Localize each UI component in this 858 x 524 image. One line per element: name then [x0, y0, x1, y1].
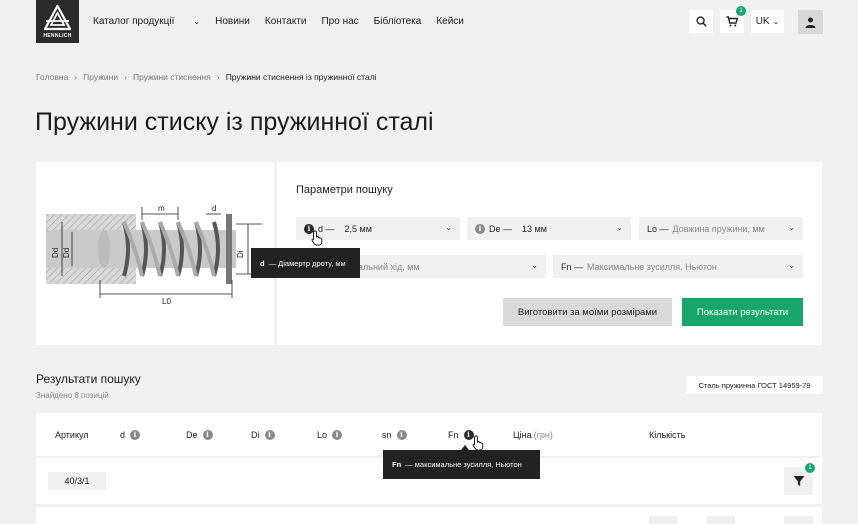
col-lo: Lo i	[317, 430, 343, 440]
info-icon[interactable]: i	[396, 430, 407, 440]
info-icon[interactable]: i	[130, 430, 141, 440]
table-row[interactable]	[36, 507, 822, 524]
nav-contacts[interactable]: Контакти	[265, 16, 307, 27]
show-results-button[interactable]: Показати результати	[682, 298, 803, 326]
col-sn: sn i	[382, 430, 407, 440]
col-article: Артикул	[55, 430, 89, 440]
col-d: di	[120, 430, 141, 440]
diagram-label-di: Di	[236, 250, 245, 258]
site-header: HENNLICH Каталог продукції ⌄ Новини Конта…	[0, 0, 858, 44]
diagram-label-m: m	[158, 204, 165, 213]
article-chip[interactable]: 40/3/1	[48, 472, 106, 490]
nav-cases[interactable]: Кейси	[436, 16, 464, 27]
breadcrumb-current: Пружини стиснення із пружинної сталі	[225, 72, 377, 82]
chevron-right-icon: ›	[74, 72, 78, 82]
add-to-cart-button[interactable]	[784, 516, 813, 524]
tooltip-d: d — Діамертр дроту, мм	[251, 248, 360, 278]
spring-diagram-panel: m d Dd Dd Di L0	[36, 162, 274, 345]
filter-count-badge: 1	[805, 463, 815, 473]
chevron-down-icon: ⌄	[445, 223, 452, 232]
info-icon[interactable]: i	[332, 430, 343, 440]
logo-text: HENNLICH	[43, 33, 72, 39]
chevron-down-icon: ⌄	[772, 17, 780, 26]
spring-diagram: m d Dd Dd Di L0	[46, 204, 262, 306]
page-title: Пружини стиску із пружинної сталі	[35, 108, 434, 136]
col-di: Di i	[251, 430, 275, 440]
chevron-right-icon: ›	[216, 72, 220, 82]
col-quantity: Кількість	[649, 430, 686, 440]
nav-library[interactable]: Бібліотека	[374, 16, 422, 27]
col-price: Ціна (грн)	[513, 430, 553, 440]
col-de: De i	[186, 430, 213, 440]
chevron-down-icon: ⌄	[788, 261, 795, 270]
breadcrumb: Головна › Пружини › Пружини стиснення › Пру…	[36, 72, 377, 82]
info-icon[interactable]: i	[264, 430, 275, 440]
cart-button[interactable]: 1	[720, 6, 746, 33]
search-icon	[695, 16, 707, 27]
nav-about[interactable]: Про нас	[321, 16, 358, 27]
cart-count-badge: 1	[736, 6, 746, 16]
field-lo[interactable]: Lo — Довжина пружини, мм ⌄	[639, 217, 803, 240]
field-de[interactable]: i De — 13 мм ⌄	[467, 217, 631, 240]
results-title: Результати пошуку	[36, 372, 141, 386]
chevron-down-icon: ⌄	[616, 223, 623, 232]
chevron-down-icon: ⌄	[531, 261, 538, 270]
cart-icon	[726, 16, 738, 27]
nav-news[interactable]: Новини	[215, 16, 250, 27]
info-icon[interactable]: i	[202, 430, 213, 440]
diagram-label-dd-inner: Dd	[62, 248, 71, 258]
breadcrumb-compression-springs[interactable]: Пружини стиснення	[133, 72, 211, 82]
hennlich-logo[interactable]: HENNLICH	[36, 0, 79, 43]
material-badge[interactable]: Сталь пружинна ГОСТ 14959-79	[686, 376, 823, 394]
chevron-right-icon: ›	[124, 72, 127, 82]
chevron-down-icon: ⌄	[788, 223, 795, 232]
diagram-label-d: d	[212, 204, 216, 213]
diagram-label-l0: L0	[162, 297, 171, 306]
language-select[interactable]: UK ⌄	[751, 10, 784, 33]
logo-mark-icon	[44, 5, 71, 31]
filter-button[interactable]: 1	[784, 463, 815, 495]
nav-catalog[interactable]: Каталог продукції ⌄	[93, 16, 200, 27]
field-fn-placeholder: Максимальне зусилля, Ньютон	[587, 261, 717, 272]
filter-icon	[793, 476, 804, 486]
field-sn-placeholder: альний хід, мм	[358, 261, 420, 272]
col-fn: Fn i	[448, 430, 474, 440]
hand-cursor-icon	[472, 435, 484, 451]
user-account-button[interactable]	[798, 10, 823, 34]
user-icon	[805, 17, 816, 28]
field-de-value: 13 мм	[522, 223, 547, 234]
tooltip-fn: Fn — максимальне зусилля, Ньютон	[383, 445, 540, 479]
main-nav: Каталог продукції ⌄ Новини Контакти Про н…	[93, 16, 479, 27]
results-count: Знайдено 8 позицій	[36, 391, 109, 400]
field-fn[interactable]: Fn — Максимальне зусилля, Ньютон ⌄	[553, 255, 803, 278]
search-button[interactable]	[689, 10, 713, 33]
search-params-title: Параметри пошуку	[296, 184, 393, 196]
custom-size-button[interactable]: Виготовити за моїми розмірами	[503, 298, 672, 326]
hand-cursor-icon	[311, 230, 323, 246]
quantity-input[interactable]	[707, 516, 735, 524]
info-icon[interactable]: i	[475, 223, 485, 234]
chevron-down-icon: ⌄	[193, 17, 201, 26]
quantity-minus-button[interactable]	[649, 516, 677, 524]
breadcrumb-springs[interactable]: Пружини	[83, 72, 118, 82]
field-d-value: 2,5 мм	[344, 223, 372, 234]
diagram-label-dd-outer: Dd	[51, 248, 60, 258]
field-lo-placeholder: Довжина пружини, мм	[672, 223, 765, 234]
breadcrumb-home[interactable]: Головна	[36, 72, 68, 82]
